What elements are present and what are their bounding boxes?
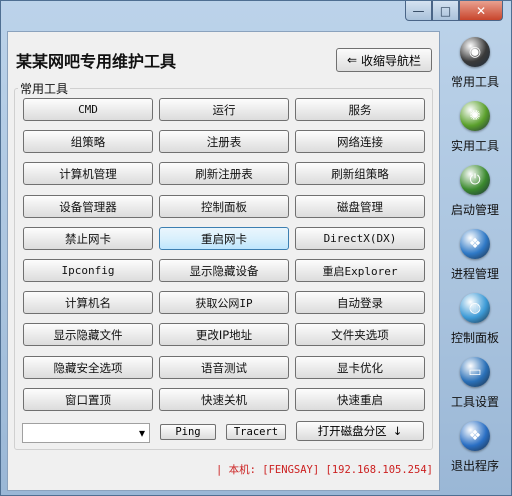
- tool-button[interactable]: 网络连接: [295, 130, 425, 153]
- tool-button[interactable]: 磁盘管理: [295, 195, 425, 218]
- tracert-button[interactable]: Tracert: [226, 424, 286, 440]
- tool-button[interactable]: Ipconfig: [23, 259, 153, 282]
- sidebar-item[interactable]: ◉ 常用工具: [444, 37, 506, 90]
- sidebar-item[interactable]: ❖ 退出程序: [444, 421, 506, 474]
- sidebar-item-label: 工具设置: [450, 395, 499, 409]
- sidebar-item[interactable]: ◍ 控制面板: [444, 293, 506, 346]
- tool-button[interactable]: 显示隐藏设备: [159, 259, 289, 282]
- windows-icon: ❖: [460, 229, 490, 259]
- open-disk-partition-button[interactable]: 打开磁盘分区 ↓: [296, 421, 424, 441]
- tool-button[interactable]: 重启Explorer: [295, 259, 425, 282]
- disk-button-label: 打开磁盘分区: [317, 424, 387, 438]
- sidebar-item-label: 进程管理: [450, 267, 499, 281]
- sidebar-item[interactable]: ✺ 实用工具: [444, 101, 506, 154]
- caption-buttons: — □ ✕: [405, 1, 503, 21]
- tool-button[interactable]: 获取公网IP: [159, 291, 289, 314]
- sidebar-item[interactable]: ⏻ 启动管理: [444, 165, 506, 218]
- tool-button[interactable]: 刷新注册表: [159, 162, 289, 185]
- sidebar-item-label: 启动管理: [450, 203, 499, 217]
- chevron-down-icon: ▾: [138, 426, 145, 440]
- group-label: 常用工具: [18, 80, 71, 97]
- sidebar-item[interactable]: ❖ 进程管理: [444, 229, 506, 282]
- close-button[interactable]: ✕: [459, 1, 503, 21]
- host-combo[interactable]: ▾: [22, 423, 150, 443]
- tool-button[interactable]: 更改IP地址: [159, 323, 289, 346]
- globe-icon: ◍: [460, 293, 490, 323]
- tool-button[interactable]: 运行: [159, 98, 289, 121]
- tool-button[interactable]: 服务: [295, 98, 425, 121]
- collapse-nav-label: 收缩导航栏: [361, 53, 422, 68]
- tool-button[interactable]: 快速重启: [295, 388, 425, 411]
- sidebar-item-label: 实用工具: [450, 139, 499, 153]
- power-icon: ⏻: [460, 165, 490, 195]
- arrow-down-icon: ↓: [392, 424, 403, 438]
- minimize-button[interactable]: —: [405, 1, 432, 21]
- tool-button[interactable]: 计算机管理: [23, 162, 153, 185]
- sidebar-item[interactable]: ▭ 工具设置: [444, 357, 506, 410]
- app-window: — □ ✕ 某某网吧专用维护工具 ⇐ 收缩导航栏 常用工具 CMD 运行 服务组策略…: [0, 0, 512, 496]
- tool-button[interactable]: 重启网卡: [159, 227, 289, 250]
- tool-button[interactable]: 计算机名: [23, 291, 153, 314]
- sidebar-item-label: 退出程序: [450, 459, 499, 473]
- tool-button[interactable]: 显卡优化: [295, 356, 425, 379]
- tool-button[interactable]: 禁止网卡: [23, 227, 153, 250]
- tool-button[interactable]: 设备管理器: [23, 195, 153, 218]
- tool-button[interactable]: 快速关机: [159, 388, 289, 411]
- collapse-nav-button[interactable]: ⇐ 收缩导航栏: [336, 48, 432, 72]
- app-title: 某某网吧专用维护工具: [16, 52, 177, 71]
- windows-logo-icon: ❖: [460, 421, 490, 451]
- tool-button[interactable]: 组策略: [23, 130, 153, 153]
- main-panel: 某某网吧专用维护工具 ⇐ 收缩导航栏 常用工具 CMD 运行 服务组策略 注册表 网络连…: [7, 31, 440, 491]
- monitor-icon: ▭: [460, 357, 490, 387]
- status-text: | 本机: [FENGSAY] [192.168.105.254]: [216, 464, 433, 476]
- tool-button[interactable]: 控制面板: [159, 195, 289, 218]
- ping-button[interactable]: Ping: [160, 424, 216, 440]
- sidebar-item-label: 常用工具: [450, 75, 499, 89]
- maximize-button[interactable]: □: [432, 1, 459, 21]
- tool-button[interactable]: 文件夹选项: [295, 323, 425, 346]
- arrow-left-icon: ⇐: [346, 53, 358, 67]
- tool-button[interactable]: 显示隐藏文件: [23, 323, 153, 346]
- tool-button[interactable]: 自动登录: [295, 291, 425, 314]
- tool-button[interactable]: CMD: [23, 98, 153, 121]
- tool-button[interactable]: 注册表: [159, 130, 289, 153]
- tool-button[interactable]: 窗口置顶: [23, 388, 153, 411]
- tool-button[interactable]: DirectX(DX): [295, 227, 425, 250]
- cd-icon: ◉: [460, 37, 490, 67]
- sidebar-item-label: 控制面板: [450, 331, 499, 345]
- tool-button[interactable]: 隐藏安全选项: [23, 356, 153, 379]
- tool-button[interactable]: 语音测试: [159, 356, 289, 379]
- tool-button[interactable]: 刷新组策略: [295, 162, 425, 185]
- gear-icon: ✺: [460, 101, 490, 131]
